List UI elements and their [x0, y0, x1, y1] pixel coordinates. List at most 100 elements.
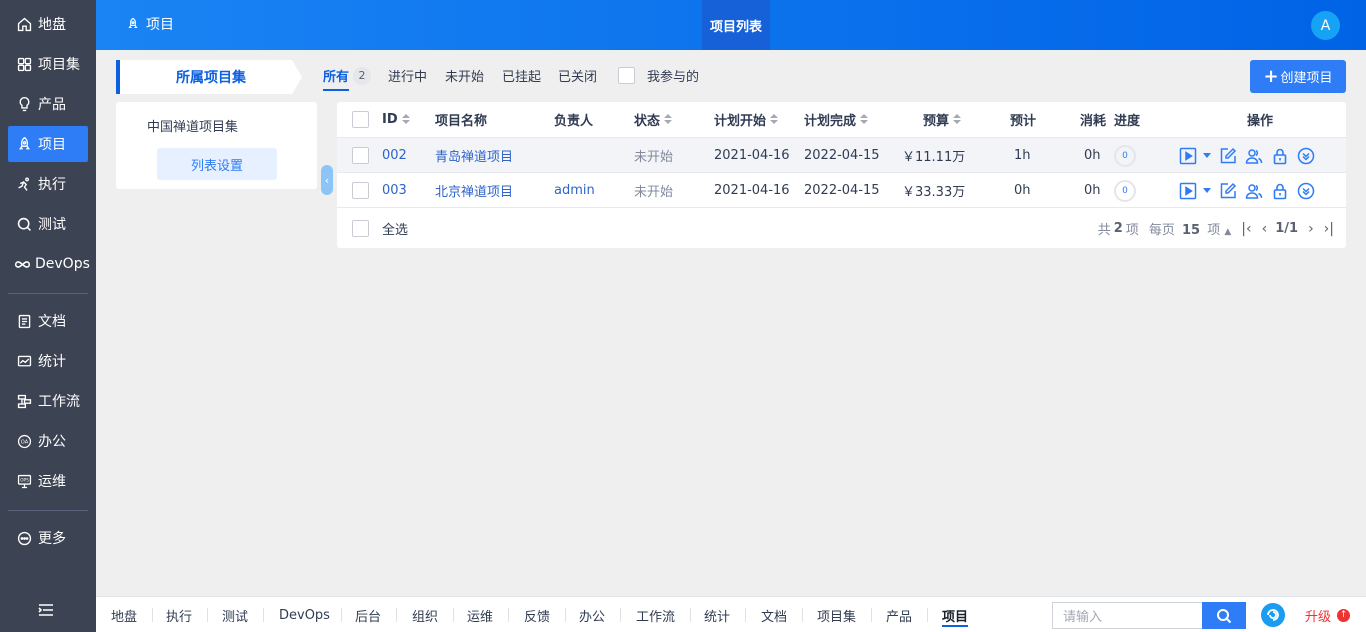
- table-row: 003 北京禅道项目 admin 未开始 2021-04-16 2022-04-…: [337, 172, 1346, 207]
- bottom-nav-item[interactable]: 执行: [166, 597, 192, 632]
- caret-up-icon: ▲: [1224, 227, 1232, 237]
- zentao-logo-icon[interactable]: [1261, 603, 1285, 627]
- edit-icon[interactable]: [1219, 182, 1237, 200]
- tab-doing[interactable]: 进行中: [388, 66, 427, 85]
- edit-icon[interactable]: [1219, 147, 1237, 165]
- more-actions-icon[interactable]: [1297, 182, 1315, 200]
- col-header-begin[interactable]: 计划开始: [714, 102, 779, 136]
- row-project-name[interactable]: 青岛禅道项目: [435, 138, 513, 173]
- row-checkbox[interactable]: [352, 138, 369, 173]
- sidebar-item-qa[interactable]: 测试: [8, 206, 88, 242]
- program-group-item[interactable]: 中国禅道项目集: [147, 116, 238, 135]
- lock-icon[interactable]: [1271, 147, 1289, 165]
- bottom-nav-item[interactable]: 统计: [704, 597, 730, 632]
- sidebar-item-execution[interactable]: 执行: [8, 166, 88, 202]
- chevron-down-icon[interactable]: [1203, 188, 1211, 193]
- row-actions: [1179, 138, 1323, 173]
- select-all-header-checkbox[interactable]: [352, 102, 369, 136]
- collapse-panel-handle[interactable]: ‹: [321, 165, 333, 195]
- upgrade-link[interactable]: 升级 ↑: [1305, 597, 1351, 632]
- sidebar-item-project[interactable]: 项目: [8, 126, 88, 162]
- select-all-checkbox[interactable]: [352, 208, 369, 249]
- sidebar-item-ops[interactable]: OPS 运维: [8, 463, 88, 499]
- col-header-id[interactable]: ID: [382, 102, 410, 136]
- count-badge: 2: [353, 66, 372, 85]
- progress-ring: 0: [1114, 144, 1136, 167]
- row-project-name[interactable]: 北京禅道项目: [435, 173, 513, 208]
- sidebar-item-product[interactable]: 产品: [8, 86, 88, 122]
- col-header-status[interactable]: 状态: [634, 102, 673, 136]
- mine-filter[interactable]: 我参与的: [618, 66, 699, 85]
- tab-closed[interactable]: 已关闭: [558, 66, 597, 85]
- sidebar-divider: [8, 293, 88, 294]
- last-page-icon[interactable]: ›|: [1324, 221, 1334, 237]
- tab-all[interactable]: 所有 2: [323, 66, 372, 91]
- bottom-nav-item[interactable]: 文档: [761, 597, 787, 632]
- sort-icon: [953, 114, 962, 124]
- sidebar-item-devops[interactable]: DevOps: [8, 246, 90, 282]
- row-pm[interactable]: admin: [554, 173, 595, 208]
- tab-suspended[interactable]: 已挂起: [502, 66, 541, 85]
- menu-collapse-icon[interactable]: [36, 600, 56, 620]
- sidebar-item-label: DevOps: [35, 256, 90, 272]
- row-consumed: 0h: [1084, 183, 1101, 198]
- first-page-icon[interactable]: |‹: [1241, 221, 1251, 237]
- avatar[interactable]: A: [1311, 11, 1340, 40]
- tab-project-list[interactable]: 项目列表: [702, 0, 770, 50]
- grid-icon: [14, 54, 34, 74]
- per-page-selector[interactable]: 每页 15 项 ▲: [1149, 219, 1231, 238]
- bottom-nav-item[interactable]: 产品: [886, 597, 912, 632]
- search-input[interactable]: 请输入: [1052, 602, 1202, 629]
- row-checkbox[interactable]: [352, 173, 369, 208]
- team-icon[interactable]: [1245, 147, 1263, 165]
- col-header-budget[interactable]: 预算: [923, 102, 962, 136]
- top-header: 项目 项目列表 A: [96, 0, 1366, 50]
- col-header-name[interactable]: 项目名称: [435, 102, 487, 136]
- program-panel: 中国禅道项目集 列表设置: [116, 102, 317, 189]
- bottom-nav-item[interactable]: 地盘: [111, 597, 137, 632]
- sidebar-item-report[interactable]: 统计: [8, 343, 88, 379]
- bottom-nav-item[interactable]: 运维: [467, 597, 493, 632]
- bottom-nav-item[interactable]: 组织: [412, 597, 438, 632]
- bulb-icon: [14, 94, 34, 114]
- row-id[interactable]: 002: [382, 138, 407, 173]
- bottom-nav-item[interactable]: 项目集: [817, 597, 856, 632]
- start-icon[interactable]: [1179, 182, 1197, 200]
- chevron-down-icon[interactable]: [1203, 153, 1211, 158]
- start-icon[interactable]: [1179, 147, 1197, 165]
- tab-wait[interactable]: 未开始: [445, 66, 484, 85]
- sidebar-item-label: 项目: [38, 137, 66, 153]
- more-actions-icon[interactable]: [1297, 147, 1315, 165]
- bottom-nav-item[interactable]: 后台: [355, 597, 381, 632]
- sidebar-item-oa[interactable]: OA 办公: [8, 423, 88, 459]
- chart-icon: [14, 351, 34, 371]
- lock-icon[interactable]: [1271, 182, 1289, 200]
- rocket-icon: [128, 17, 138, 29]
- col-header-estimate: 预计: [1010, 113, 1037, 129]
- bottom-nav-item[interactable]: 办公: [579, 597, 605, 632]
- list-settings-button[interactable]: 列表设置: [157, 148, 277, 180]
- bottom-nav-item-active[interactable]: 项目: [942, 597, 969, 632]
- workflow-icon: [14, 391, 34, 411]
- rocket-icon: [14, 134, 34, 154]
- col-header-end[interactable]: 计划完成: [804, 102, 869, 136]
- prev-page-icon[interactable]: ‹: [1262, 221, 1268, 237]
- next-page-icon[interactable]: ›: [1308, 221, 1314, 237]
- search-button[interactable]: [1202, 602, 1246, 629]
- sidebar-item-doc[interactable]: 文档: [8, 303, 88, 339]
- select-all-label[interactable]: 全选: [382, 208, 408, 249]
- row-id[interactable]: 003: [382, 173, 407, 208]
- mine-checkbox[interactable]: [618, 67, 635, 84]
- sidebar-item-more[interactable]: 更多: [8, 520, 88, 556]
- sidebar-item-dashboard[interactable]: 地盘: [8, 6, 88, 42]
- col-header-actions: 操作: [1247, 113, 1274, 129]
- bottom-nav-item[interactable]: DevOps: [279, 597, 330, 632]
- team-icon[interactable]: [1245, 182, 1263, 200]
- sidebar-item-workflow[interactable]: 工作流: [8, 383, 88, 419]
- col-header-pm[interactable]: 负责人: [554, 102, 593, 136]
- create-project-button[interactable]: + 创建项目: [1250, 60, 1346, 93]
- bottom-nav-item[interactable]: 工作流: [636, 597, 675, 632]
- sidebar-item-program[interactable]: 项目集: [8, 46, 88, 82]
- bottom-nav-item[interactable]: 反馈: [524, 597, 550, 632]
- bottom-nav-item[interactable]: 测试: [222, 597, 248, 632]
